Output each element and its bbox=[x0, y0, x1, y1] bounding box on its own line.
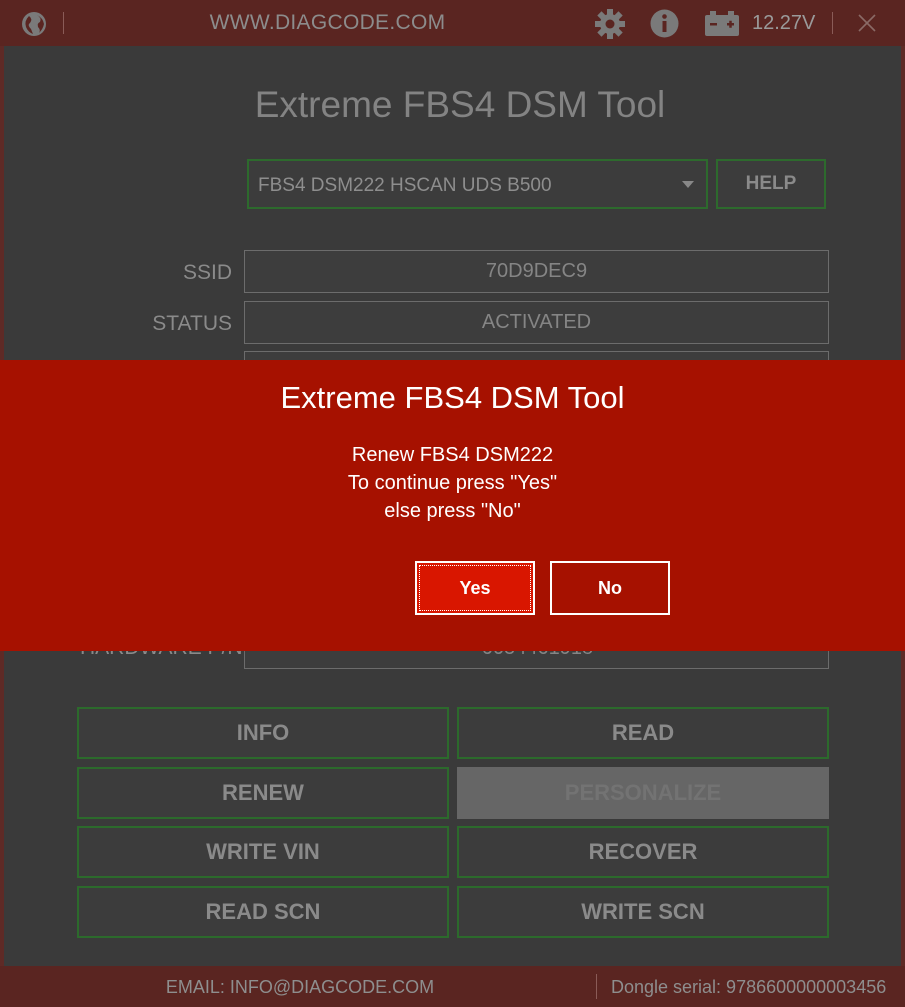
info-button[interactable]: INFO bbox=[77, 707, 449, 759]
dialog-message-line: To continue press "Yes" bbox=[347, 472, 558, 494]
separator bbox=[596, 974, 597, 999]
help-button[interactable]: HELP bbox=[716, 159, 826, 209]
title-bar: WWW.DIAGCODE.COM 12.27V bbox=[0, 0, 905, 46]
personalize-button: PERSONALIZE bbox=[457, 767, 829, 819]
recover-button[interactable]: RECOVER bbox=[457, 826, 829, 878]
battery-icon bbox=[705, 11, 739, 36]
dialog-title: Extreme FBS4 DSM Tool bbox=[280, 380, 625, 415]
separator bbox=[63, 12, 64, 34]
dialog-message: Renew FBS4 DSM222 To continue press "Yes… bbox=[0, 441, 905, 525]
close-icon[interactable] bbox=[856, 12, 878, 34]
globe-icon[interactable] bbox=[20, 10, 48, 38]
site-link[interactable]: WWW.DIAGCODE.COM bbox=[190, 11, 465, 35]
dialog-message-line: else press "No" bbox=[384, 500, 521, 522]
gear-icon[interactable] bbox=[594, 8, 626, 40]
ssid-label: SSID bbox=[182, 261, 232, 284]
chevron-down-icon bbox=[682, 181, 694, 188]
device-select[interactable]: FBS4 DSM222 HSCAN UDS B500 bbox=[247, 159, 708, 209]
dialog-message-line: Renew FBS4 DSM222 bbox=[351, 444, 554, 466]
info-icon[interactable] bbox=[649, 8, 680, 39]
email-text: EMAIL: INFO@DIAGCODE.COM bbox=[165, 977, 435, 997]
page-title: Extreme FBS4 DSM Tool bbox=[254, 84, 666, 125]
renew-button[interactable]: RENEW bbox=[77, 767, 449, 819]
no-button[interactable]: No bbox=[550, 561, 670, 615]
status-field: ACTIVATED bbox=[244, 301, 829, 344]
yes-button[interactable]: Yes bbox=[415, 561, 535, 615]
status-label: STATUS bbox=[152, 312, 232, 335]
ssid-field: 70D9DEC9 bbox=[244, 250, 829, 293]
separator bbox=[832, 12, 833, 34]
write-vin-button[interactable]: WRITE VIN bbox=[77, 826, 449, 878]
read-scn-button[interactable]: READ SCN bbox=[77, 886, 449, 938]
confirm-dialog: Extreme FBS4 DSM Tool Renew FBS4 DSM222 … bbox=[0, 360, 905, 651]
voltage-readout: 12.27V bbox=[752, 12, 816, 34]
dongle-serial: Dongle serial: 9786600000003456 bbox=[611, 977, 887, 997]
status-bar: EMAIL: INFO@DIAGCODE.COM Dongle serial: … bbox=[0, 966, 905, 1007]
write-scn-button[interactable]: WRITE SCN bbox=[457, 886, 829, 938]
read-button[interactable]: READ bbox=[457, 707, 829, 759]
device-select-value: FBS4 DSM222 HSCAN UDS B500 bbox=[258, 175, 552, 196]
